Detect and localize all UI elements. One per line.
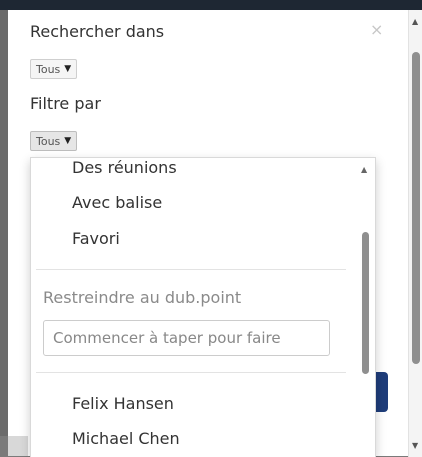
caret-down-icon: ▼ xyxy=(64,64,72,74)
page-scrollbar-thumb[interactable] xyxy=(412,52,420,364)
dropdown-divider xyxy=(36,372,346,373)
filter-dropdown-menu: Des réunions Avec balise Favori Restrein… xyxy=(30,157,376,457)
page-scrollbar[interactable]: ▲ ▼ xyxy=(408,10,422,457)
filter-by-select[interactable]: Tous ▼ xyxy=(30,131,78,151)
dropdown-scrollbar-thumb[interactable] xyxy=(362,232,369,374)
search-in-value: Tous xyxy=(36,62,61,76)
primary-button-edge[interactable] xyxy=(376,372,388,412)
filter-by-label: Filtre par xyxy=(30,94,101,113)
scroll-up-arrow-icon[interactable]: ▲ xyxy=(361,166,367,174)
restrict-search-input[interactable] xyxy=(43,320,330,356)
filter-by-value: Tous xyxy=(36,134,61,148)
search-in-select[interactable]: Tous ▼ xyxy=(30,59,78,79)
close-icon[interactable]: × xyxy=(370,20,383,39)
dropdown-item-tagged[interactable]: Avec balise xyxy=(72,193,162,212)
dropdown-item-meetings[interactable]: Des réunions xyxy=(72,158,177,177)
secondary-button-edge[interactable] xyxy=(8,436,28,456)
scroll-down-arrow-icon[interactable]: ▼ xyxy=(412,442,418,450)
caret-down-icon: ▼ xyxy=(64,136,72,146)
restrict-label: Restreindre au dub.point xyxy=(43,288,242,307)
dropdown-item-person[interactable]: Felix Hansen xyxy=(72,394,174,413)
dropdown-item-favorite[interactable]: Favori xyxy=(72,229,120,248)
scroll-up-arrow-icon[interactable]: ▲ xyxy=(412,18,418,26)
dropdown-divider xyxy=(36,269,346,270)
search-in-label: Rechercher dans xyxy=(30,22,165,41)
dropdown-item-person[interactable]: Michael Chen xyxy=(72,429,180,448)
dropdown-scrollbar[interactable]: ▲ xyxy=(358,158,372,457)
top-bar xyxy=(0,0,422,10)
